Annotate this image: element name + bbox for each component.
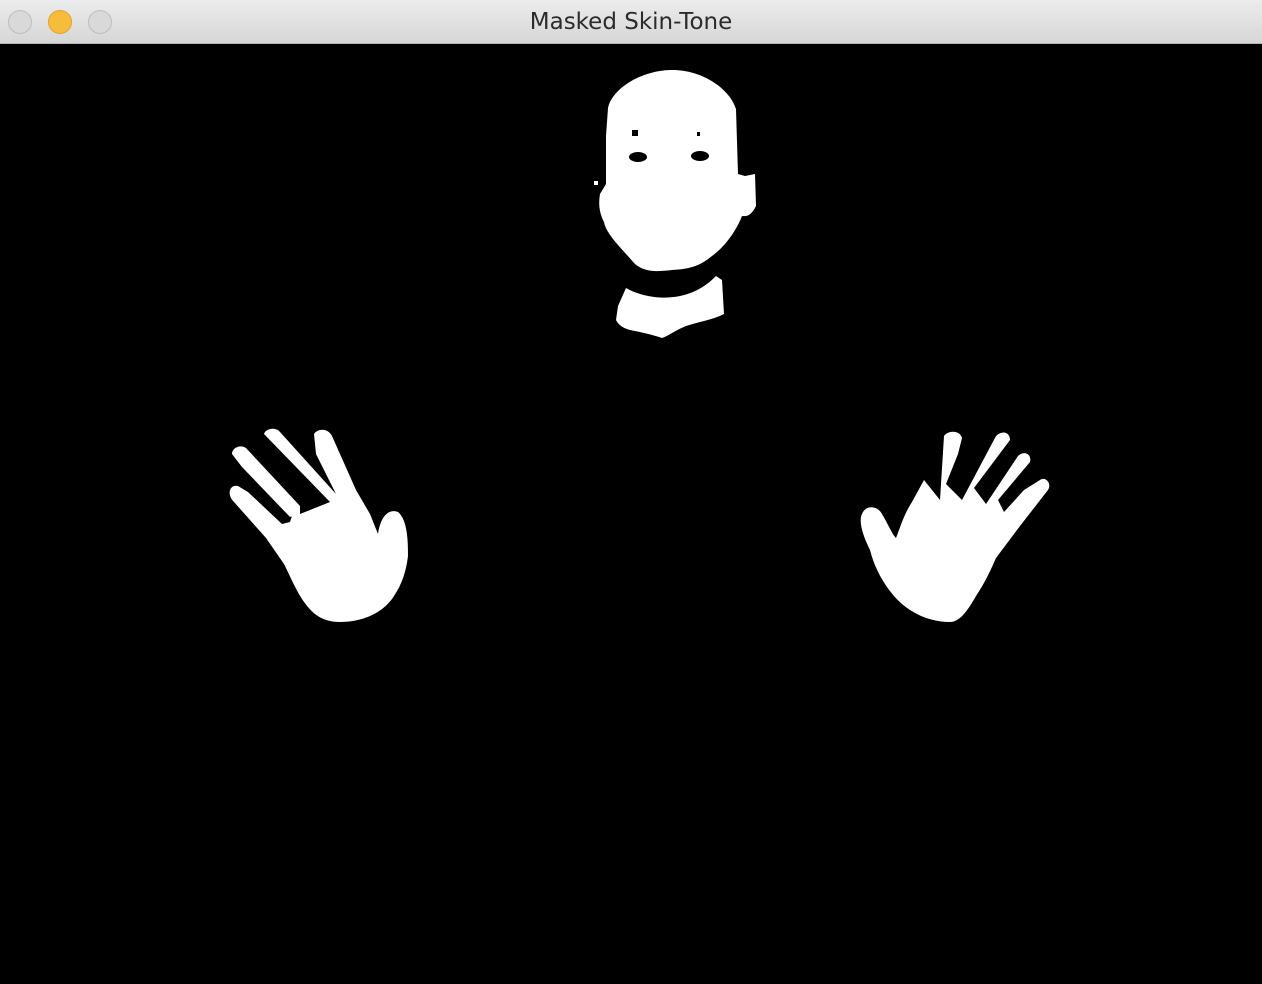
- right-eye-hole: [691, 151, 709, 161]
- left-eye-hole: [629, 152, 647, 162]
- title-bar[interactable]: Masked Skin-Tone: [0, 0, 1262, 44]
- ear-speck: [594, 181, 598, 185]
- left-brow-hole: [632, 130, 638, 136]
- app-window: Masked Skin-Tone: [0, 0, 1262, 984]
- right-brow-hole: [697, 132, 700, 136]
- skin-mask-image: [0, 44, 1262, 984]
- window-title: Masked Skin-Tone: [529, 9, 733, 35]
- mask-image-canvas: [0, 44, 1262, 984]
